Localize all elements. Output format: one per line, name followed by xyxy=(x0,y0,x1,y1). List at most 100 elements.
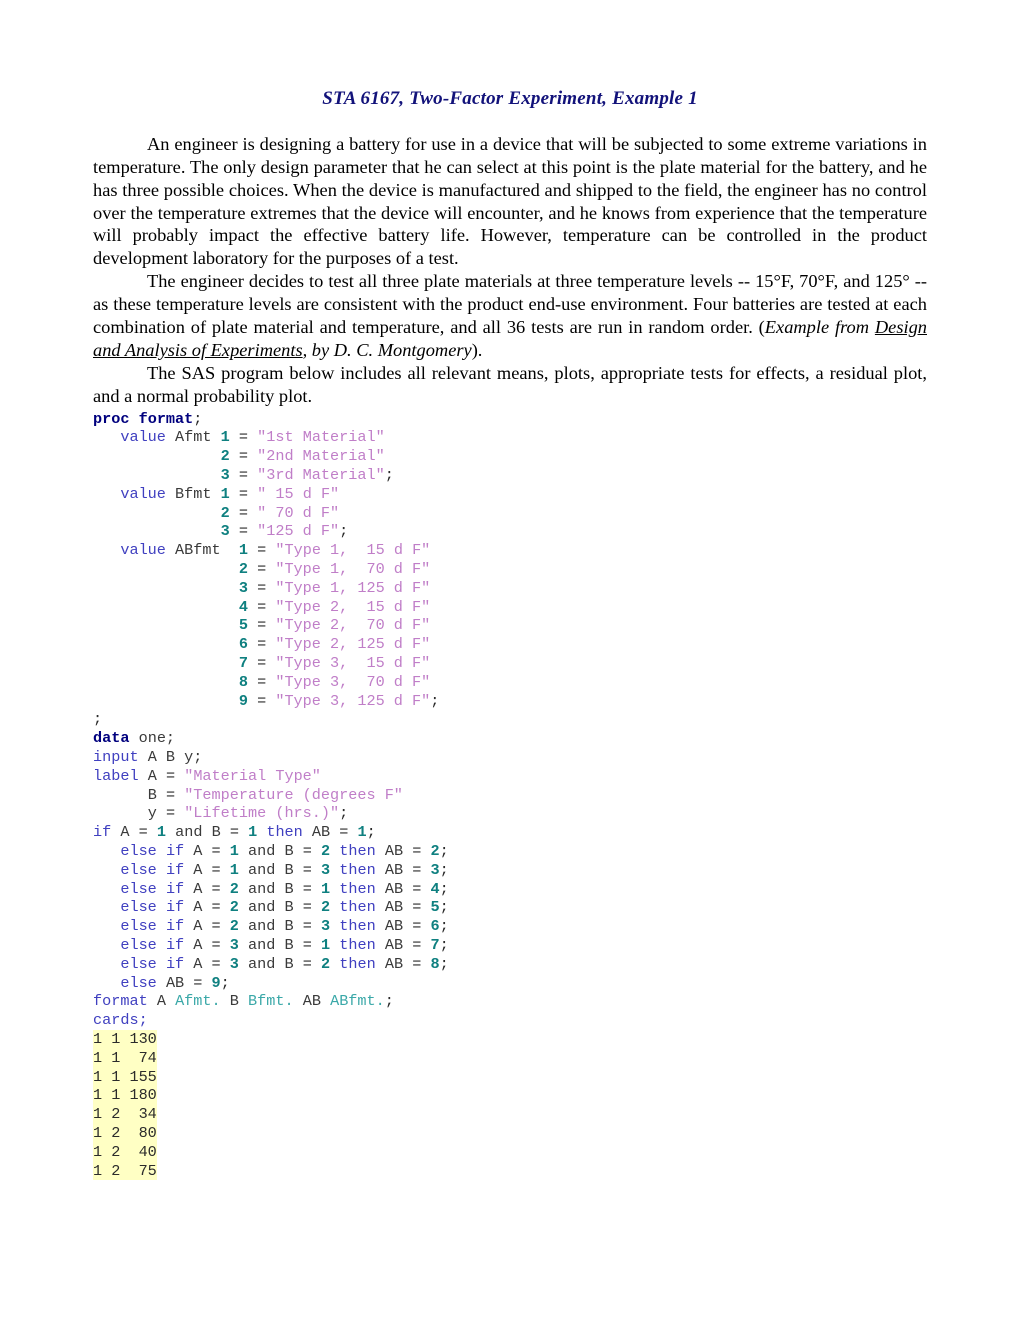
equals: = xyxy=(257,654,267,673)
abfmt-str-3: "Type 1, 125 d F" xyxy=(275,578,431,597)
assign-target: AB xyxy=(384,898,404,917)
assign-value: 2 xyxy=(430,842,440,860)
if-a-value: 1 xyxy=(229,860,239,879)
equals: = xyxy=(412,935,422,954)
format-name-bfmt: Bfmt xyxy=(175,484,212,503)
abfmt-num-7: 7 xyxy=(238,654,248,673)
citation-tail: ). xyxy=(471,339,483,360)
afmt-str-2: "2nd Material" xyxy=(257,447,385,466)
keyword-input: input xyxy=(93,748,139,767)
abfmt-num-2: 2 xyxy=(238,560,248,579)
semicolon: ; xyxy=(384,466,394,485)
equals: = xyxy=(302,935,312,954)
keyword-if: if xyxy=(165,879,185,898)
equals: = xyxy=(211,917,221,936)
keyword-then: then xyxy=(339,935,376,954)
code-line-abfmt-1: value ABfmt 1 = "Type 1, 15 d F" xyxy=(93,541,927,560)
equals: = xyxy=(138,823,148,842)
code-line-else-if-2: else if A = 1 and B = 3 then AB = 3; xyxy=(93,861,927,880)
equals: = xyxy=(165,766,176,785)
label-str-a: "Material Type" xyxy=(184,766,321,785)
keyword-then: then xyxy=(339,860,376,879)
afmt-num-1: 1 xyxy=(220,428,230,447)
equals: = xyxy=(302,954,312,973)
keyword-data: data xyxy=(93,729,130,748)
code-line-label-y: y = "Lifetime (hrs.)"; xyxy=(93,804,927,823)
keyword-value: value xyxy=(120,428,166,447)
abfmt-str-2: "Type 1, 70 d F" xyxy=(275,560,431,579)
label-var-b: B xyxy=(147,785,157,804)
semicolon: ; xyxy=(439,917,449,936)
semicolon: ; xyxy=(439,842,449,860)
assign-value: 5 xyxy=(430,898,440,917)
code-line-abfmt-5: 5 = "Type 2, 70 d F" xyxy=(93,616,927,635)
code-line-else-if-3: else if A = 2 and B = 1 then AB = 4; xyxy=(93,880,927,899)
paragraph-program-note-text: The SAS program below includes all relev… xyxy=(93,362,927,406)
assign-value: 9 xyxy=(211,973,221,992)
abfmt-num-1: 1 xyxy=(238,541,248,560)
semicolon: ; xyxy=(439,935,449,954)
abfmt-str-1: "Type 1, 15 d F" xyxy=(275,541,431,560)
semicolon: ; xyxy=(220,973,230,992)
paragraph-program-note: The SAS program below includes all relev… xyxy=(93,362,927,408)
if-rhs: B xyxy=(284,954,294,973)
assign-target: AB xyxy=(384,935,404,954)
if-a-value: 2 xyxy=(229,917,239,936)
keyword-then: then xyxy=(266,823,303,842)
code-line-abfmt-8: 8 = "Type 3, 70 d F" xyxy=(93,673,927,692)
semicolon: ; xyxy=(439,954,449,973)
keyword-and: and xyxy=(248,842,276,860)
if-lhs: A xyxy=(193,842,203,860)
semicolon: ; xyxy=(339,804,349,823)
keyword-if: if xyxy=(165,860,185,879)
equals: = xyxy=(412,860,422,879)
equals: = xyxy=(339,823,349,842)
code-line-input: input A B y; xyxy=(93,748,927,767)
assign-target: AB xyxy=(384,917,404,936)
equals: = xyxy=(257,541,267,560)
page-content: STA 6167, Two-Factor Experiment, Example… xyxy=(93,88,927,1181)
semicolon: ; xyxy=(439,898,449,917)
label-var-a: A xyxy=(147,766,157,785)
abfmt-num-5: 5 xyxy=(238,616,248,635)
semicolon: ; xyxy=(193,409,203,428)
if-b-value: 1 xyxy=(248,823,258,842)
if-lhs: A xyxy=(193,954,203,973)
semicolon: ; xyxy=(439,879,449,898)
afmt-num-3: 3 xyxy=(220,466,230,485)
paragraph-intro: An engineer is designing a battery for u… xyxy=(93,133,927,270)
keyword-else: else xyxy=(120,917,157,936)
keyword-if: if xyxy=(165,935,185,954)
if-b-value: 1 xyxy=(321,935,331,954)
code-line-else-if-5: else if A = 2 and B = 3 then AB = 6; xyxy=(93,917,927,936)
equals: = xyxy=(302,879,312,898)
abfmt-str-7: "Type 3, 15 d F" xyxy=(275,654,431,673)
abfmt-str-8: "Type 3, 70 d F" xyxy=(275,672,431,691)
format-ref-bfmt: Bfmt. xyxy=(248,992,294,1011)
code-line-abfmt-4: 4 = "Type 2, 15 d F" xyxy=(93,598,927,617)
keyword-value: value xyxy=(120,541,166,560)
code-line-else-if-7: else if A = 3 and B = 2 then AB = 8; xyxy=(93,955,927,974)
code-line-if-1: if A = 1 and B = 1 then AB = 1; xyxy=(93,823,927,842)
assign-value: 7 xyxy=(430,935,440,954)
equals: = xyxy=(257,597,267,616)
if-a-value: 1 xyxy=(229,842,239,860)
code-line-else-final: else AB = 9; xyxy=(93,974,927,993)
keyword-then: then xyxy=(339,917,376,936)
cards-row: 1 2 40 xyxy=(93,1142,157,1161)
lone-semicolon: ; xyxy=(93,710,103,729)
cards-row: 1 1 180 xyxy=(93,1086,157,1105)
code-line-bfmt-3: 3 = "125 d F"; xyxy=(93,522,927,541)
equals: = xyxy=(238,503,248,522)
label-str-b: "Temperature (degrees F" xyxy=(184,785,403,804)
assign-target: AB xyxy=(384,879,404,898)
equals: = xyxy=(302,917,312,936)
equals: = xyxy=(238,428,249,447)
equals: = xyxy=(257,691,267,710)
bfmt-num-3: 3 xyxy=(220,522,230,541)
keyword-then: then xyxy=(339,842,376,860)
keyword-value: value xyxy=(120,484,166,503)
page-title: STA 6167, Two-Factor Experiment, Example… xyxy=(322,88,698,109)
format-name-afmt: Afmt xyxy=(175,428,212,447)
keyword-else: else xyxy=(120,954,157,973)
